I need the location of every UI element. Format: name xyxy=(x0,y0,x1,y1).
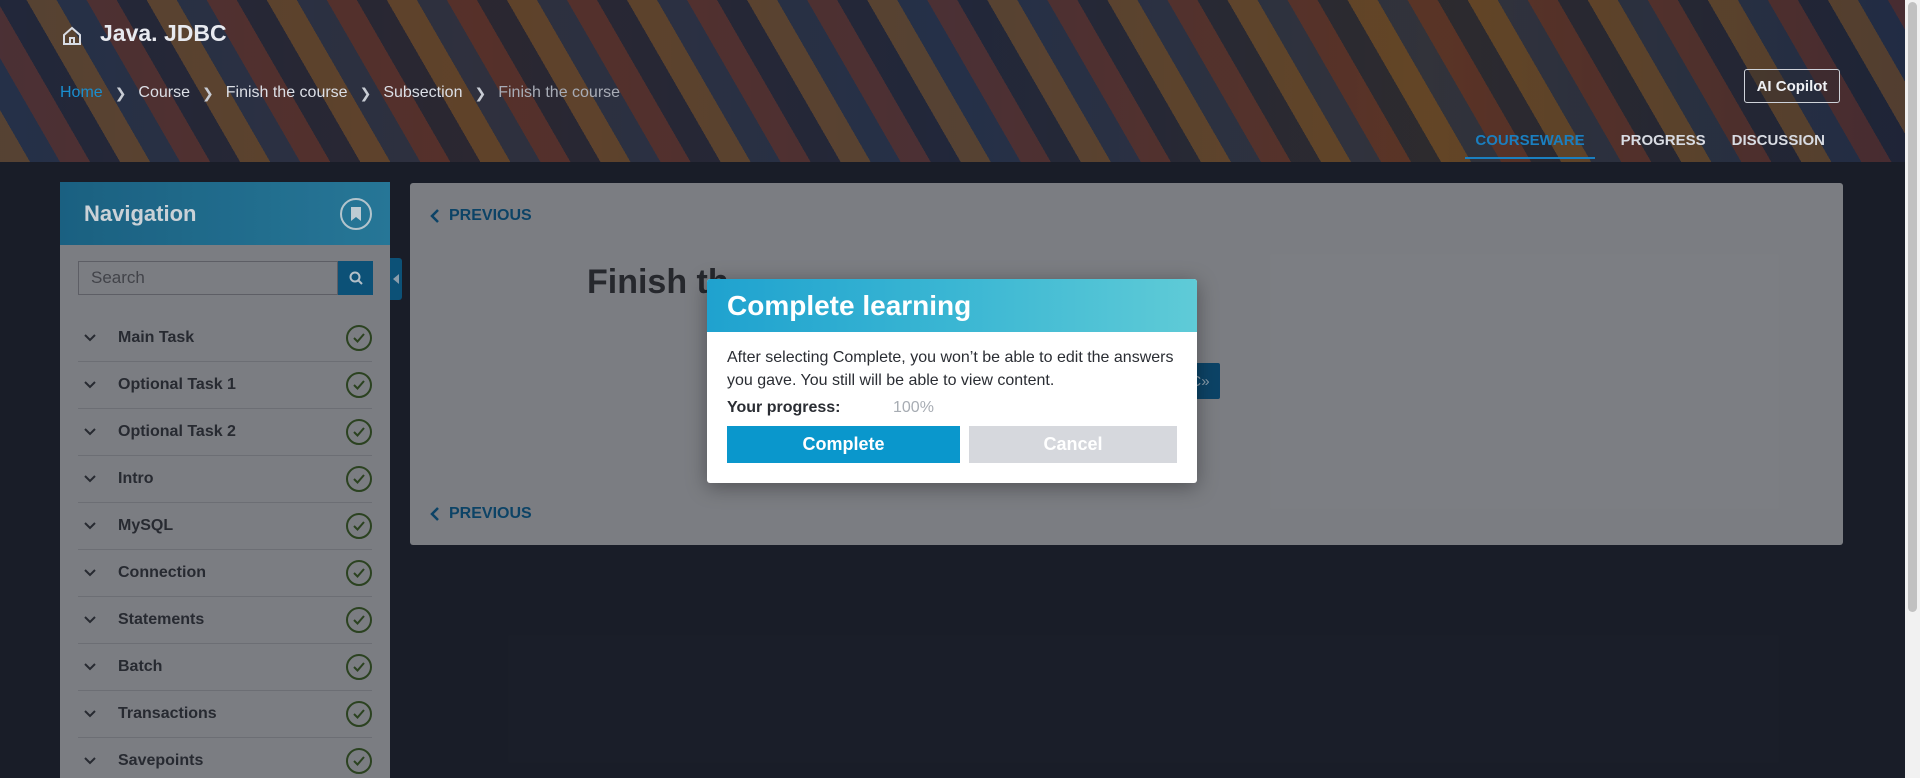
chevron-right-icon: ❯ xyxy=(359,84,372,101)
chevron-right-icon: ❯ xyxy=(114,84,127,101)
complete-learning-dialog: Complete learning After selecting Comple… xyxy=(707,279,1197,483)
breadcrumb-subsection[interactable]: Subsection xyxy=(383,84,462,102)
breadcrumb-course[interactable]: Course xyxy=(138,84,190,102)
tab-discussion[interactable]: DISCUSSION xyxy=(1732,132,1825,159)
breadcrumb-section[interactable]: Finish the course xyxy=(226,84,348,102)
progress-row: Your progress: 100% xyxy=(727,399,934,417)
cancel-button[interactable]: Cancel xyxy=(969,426,1177,463)
complete-button[interactable]: Complete xyxy=(727,426,960,463)
progress-label: Your progress: xyxy=(727,399,841,416)
course-tabs: COURSEWARE PROGRESS DISCUSSION xyxy=(1465,132,1825,159)
breadcrumb: Home ❯ Course ❯ Finish the course ❯ Subs… xyxy=(60,84,620,102)
tab-progress[interactable]: PROGRESS xyxy=(1621,132,1706,159)
course-title: Java. JDBC xyxy=(100,20,227,46)
breadcrumb-home[interactable]: Home xyxy=(60,84,103,102)
tab-courseware[interactable]: COURSEWARE xyxy=(1465,132,1595,159)
home-icon[interactable] xyxy=(60,24,84,48)
chevron-right-icon: ❯ xyxy=(474,84,487,101)
chevron-right-icon: ❯ xyxy=(202,84,214,101)
breadcrumb-current: Finish the course xyxy=(498,84,621,101)
dialog-message: After selecting Complete, you won’t be a… xyxy=(727,349,1174,389)
dialog-header: Complete learning xyxy=(707,279,1197,332)
ai-copilot-button[interactable]: AI Copilot xyxy=(1744,69,1840,103)
progress-value: 100% xyxy=(893,399,934,416)
scrollbar-thumb[interactable] xyxy=(1908,2,1917,612)
dialog-title: Complete learning xyxy=(727,289,972,321)
page-scrollbar[interactable] xyxy=(1905,0,1920,778)
